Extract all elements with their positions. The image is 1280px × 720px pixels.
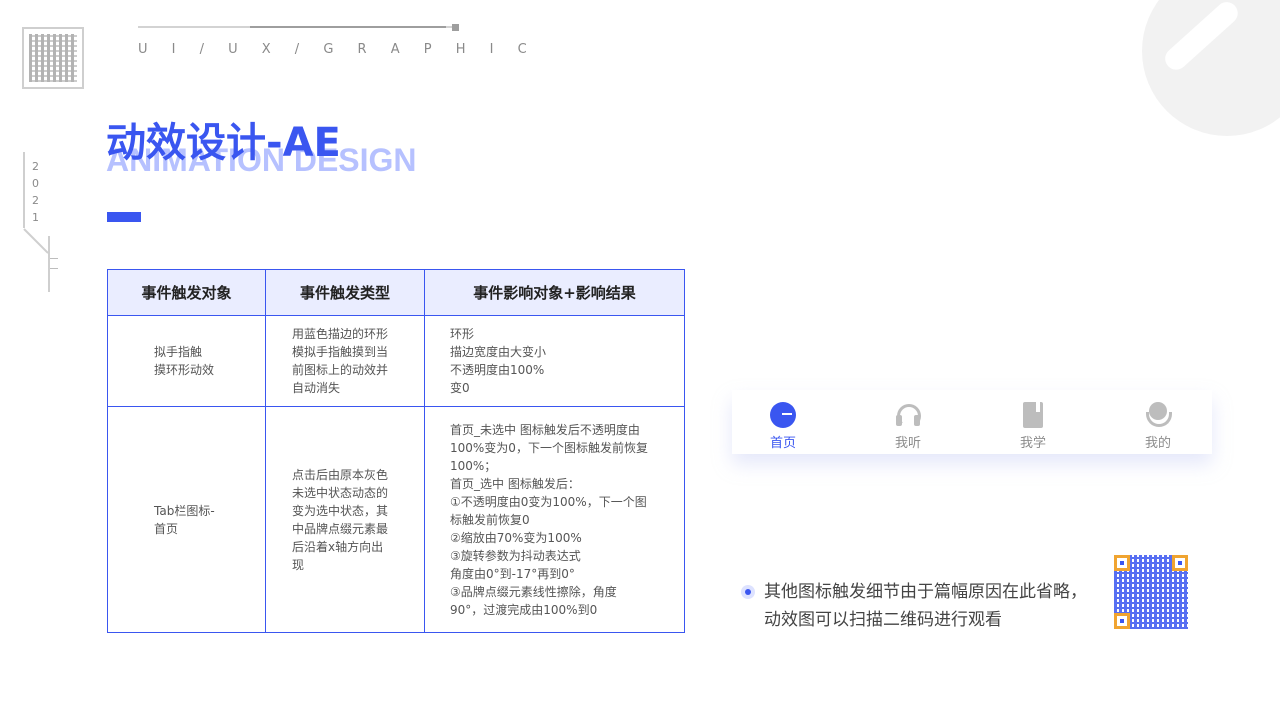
cell-line: 变0 xyxy=(450,381,470,395)
cell-line: 用蓝色描边的环形 xyxy=(292,327,389,341)
tab-label: 我的 xyxy=(1144,436,1171,451)
year-text: 2021 xyxy=(32,160,40,224)
bullet-icon xyxy=(741,585,755,599)
cell-line: 后沿着x轴方向出 xyxy=(292,539,384,554)
cell-line: 变为选中状态，其 xyxy=(292,503,389,518)
table-row: Tab栏图标- 首页 点击后由原本灰色 未选中状态动态的 变为选中状态，其 中品牌点缀元… xyxy=(107,406,685,633)
cell-line: 未选中状态动态的 xyxy=(292,485,389,500)
tab-learn[interactable]: 我学 xyxy=(993,390,1073,454)
cell-line: 环形 xyxy=(450,327,475,341)
event-table: 事件触发对象 事件触发类型 事件影响对象+影响结果 拟手指触摸环形动效 用蓝色描… xyxy=(107,269,685,633)
cell-trigger-object: Tab栏图标- 首页 xyxy=(107,406,266,633)
table-header-row: 事件触发对象 事件触发类型 事件影响对象+影响结果 xyxy=(107,269,685,316)
tab-label: 首页 xyxy=(769,436,796,451)
side-line-lower xyxy=(48,236,50,292)
cell-line: 前图标上的动效并 xyxy=(292,363,389,377)
cell-line: 模拟手指触摸到当 xyxy=(292,345,389,359)
cell-line: 摸环形动效 xyxy=(154,363,215,377)
qr-code-small xyxy=(22,27,84,89)
page-title: 动效设计-AE xyxy=(106,120,341,166)
cell-line: ②缩放由70%变为100% xyxy=(450,530,582,545)
cell-trigger-type: 点击后由原本灰色 未选中状态动态的 变为选中状态，其 中品牌点缀元素最 后沿着x轴方向出… xyxy=(265,406,425,633)
cell-line: ①不透明度由0变为100%，下一个图 xyxy=(450,494,647,509)
cell-line: 首页_选中 图标触发后： xyxy=(450,476,580,491)
cell-line: 角度由0°到-17°再到0° xyxy=(450,566,575,581)
cell-line: Tab栏图标- xyxy=(154,503,215,518)
side-line xyxy=(23,152,25,228)
cell-line: 100%； xyxy=(450,458,497,473)
qr-code xyxy=(1114,555,1188,629)
cell-line: ③品牌点缀元素线性擦除，角度 xyxy=(450,584,617,599)
tab-bar: 首页 我听 我学 我的 xyxy=(732,390,1212,454)
column-header: 事件触发类型 xyxy=(265,269,425,316)
column-header: 事件影响对象+影响结果 xyxy=(424,269,685,316)
book-icon xyxy=(1023,402,1043,428)
tab-label: 我听 xyxy=(894,436,921,451)
cell-line: ③旋转参数为抖动表达式 xyxy=(450,548,581,563)
headphones-icon xyxy=(895,402,921,428)
cell-line: 不透明度由100% xyxy=(450,363,545,377)
title-accent-bar xyxy=(107,212,141,222)
top-divider-square xyxy=(452,24,459,31)
profile-icon xyxy=(1145,402,1172,428)
table-row: 拟手指触摸环形动效 用蓝色描边的环形 模拟手指触摸到当 前图标上的动效并 自动消失 环… xyxy=(107,315,685,407)
tagline: U I / U X / G R A P H I C xyxy=(138,42,537,57)
cell-line: 现 xyxy=(292,557,305,572)
cell-trigger-object: 拟手指触 摸环形动效 xyxy=(107,315,266,407)
cell-line: 首页_未选中 图标触发后不透明度由 xyxy=(450,422,640,437)
tab-listen[interactable]: 我听 xyxy=(868,390,948,454)
top-divider-accent xyxy=(250,26,446,28)
side-tick xyxy=(50,258,58,259)
cell-line: 标触发前恢复0 xyxy=(450,512,530,527)
cell-trigger-type: 用蓝色描边的环形 模拟手指触摸到当 前图标上的动效并 自动消失 xyxy=(265,315,425,407)
cell-line: 拟手指触 xyxy=(154,345,203,359)
side-line-diagonal xyxy=(23,228,49,254)
cell-line: 中品牌点缀元素最 xyxy=(292,521,389,536)
cell-line: 描边宽度由大变小 xyxy=(450,345,547,359)
tab-label: 我学 xyxy=(1019,436,1046,451)
cell-line: 自动消失 xyxy=(292,381,341,395)
column-header: 事件触发对象 xyxy=(107,269,266,316)
cell-line: 首页 xyxy=(154,521,179,536)
tab-home[interactable]: 首页 xyxy=(743,390,823,454)
year-label: 2021 xyxy=(31,158,41,226)
cell-result: 环形描边宽度由大变小 不透明度由100% 变0 xyxy=(424,315,685,407)
footnote: 其他图标触发细节由于篇幅原因在此省略，动效图可以扫描二维码进行观看 xyxy=(764,582,1087,630)
side-tick xyxy=(50,268,58,269)
cell-line: 90°，过渡完成由100%到0 xyxy=(450,602,598,617)
cell-line: 点击后由原本灰色 xyxy=(292,467,389,482)
cell-result: 首页_未选中 图标触发后不透明度由 100%变为0，下一个图标触发前恢复 100%；… xyxy=(424,406,685,633)
cell-line: 100%变为0，下一个图标触发前恢复 xyxy=(450,440,648,455)
home-icon xyxy=(770,402,796,428)
tab-profile[interactable]: 我的 xyxy=(1118,390,1198,454)
